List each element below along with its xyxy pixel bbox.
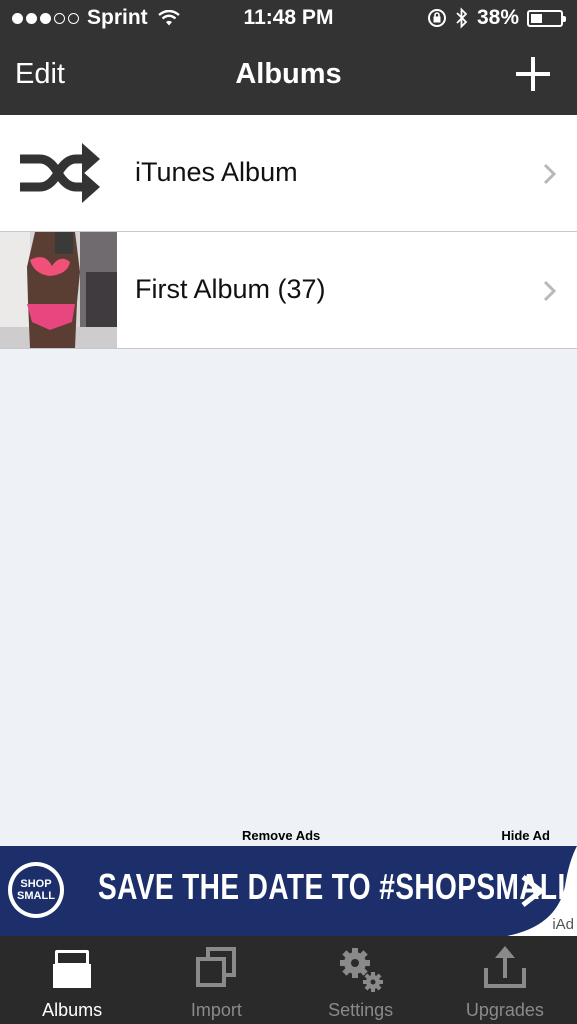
album-list: iTunes Album First Album (37) (0, 115, 577, 349)
albums-tray-icon (53, 950, 92, 988)
edit-button[interactable]: Edit (15, 58, 65, 91)
tab-label: Import (190, 1000, 242, 1020)
page-title: Albums (235, 58, 342, 90)
wifi-icon (157, 10, 180, 26)
tab-bar: Albums Import Settings Upgrades (0, 936, 577, 1024)
tab-label: Upgrades (465, 1000, 544, 1020)
battery-icon (527, 9, 566, 27)
signal-strength-icon (12, 12, 79, 24)
badge-line2: SMALL (17, 890, 55, 902)
album-row-first[interactable]: First Album (37) (0, 232, 577, 349)
remove-ads-link[interactable]: Remove Ads (242, 828, 320, 843)
navigation-bar: Edit Albums (0, 38, 577, 115)
chevron-right-icon (543, 280, 557, 302)
battery-percentage: 38% (476, 6, 519, 29)
shuffle-icon (20, 143, 100, 203)
gear-icon (339, 948, 383, 992)
status-bar: Sprint 11:48 PM 38% (0, 0, 577, 38)
chevron-right-icon (543, 163, 557, 185)
album-photo-thumbnail (0, 232, 117, 348)
iad-label: iAd (552, 916, 574, 933)
album-row-itunes[interactable]: iTunes Album (0, 115, 577, 232)
ad-headline: SAVE THE DATE TO #SHOPSMALL (98, 866, 576, 907)
tab-albums[interactable]: Albums (0, 936, 144, 1024)
album-label: iTunes Album (135, 157, 298, 187)
bluetooth-icon (456, 7, 468, 29)
upload-share-icon (483, 946, 526, 988)
album-label: First Album (37) (135, 274, 326, 304)
tab-import[interactable]: Import (144, 936, 288, 1024)
shop-small-logo: SHOP SMALL (8, 862, 64, 918)
album-thumbnail (0, 115, 117, 231)
tab-settings[interactable]: Settings (289, 936, 433, 1024)
tab-label: Settings (328, 1000, 394, 1020)
import-stack-icon (196, 947, 237, 987)
ad-controls: Remove Ads Hide Ad (0, 826, 577, 846)
add-album-button[interactable] (515, 56, 551, 92)
ad-banner[interactable]: SHOP SMALL SAVE THE DATE TO #SHOPSMALL i… (0, 846, 577, 936)
badge-line1: SHOP (20, 878, 51, 890)
tab-upgrades[interactable]: Upgrades (433, 936, 577, 1024)
hide-ad-link[interactable]: Hide Ad (501, 828, 550, 843)
carrier-name: Sprint (87, 6, 148, 29)
tab-label: Albums (42, 1000, 103, 1020)
orientation-lock-icon (427, 9, 446, 27)
